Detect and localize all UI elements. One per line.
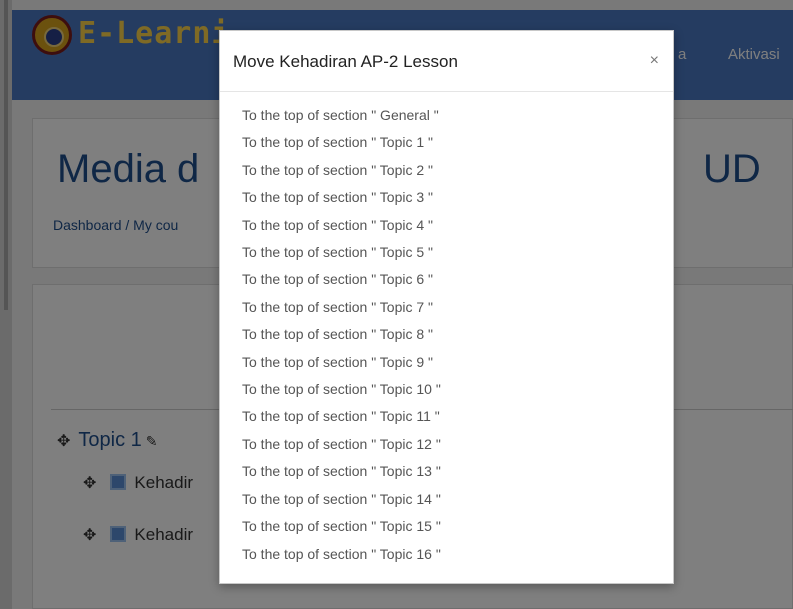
move-option-topic-11[interactable]: To the top of section " Topic 11 " bbox=[242, 403, 441, 430]
move-option-topic-1[interactable]: To the top of section " Topic 1 " bbox=[242, 129, 441, 156]
move-option-topic-7[interactable]: To the top of section " Topic 7 " bbox=[242, 294, 441, 321]
modal-header: Move Kehadiran AP-2 Lesson × bbox=[220, 31, 673, 92]
move-option-topic-5[interactable]: To the top of section " Topic 5 " bbox=[242, 239, 441, 266]
move-option-topic-13[interactable]: To the top of section " Topic 13 " bbox=[242, 458, 441, 485]
scrollbar-thumb[interactable] bbox=[4, 0, 8, 310]
move-option-topic-10[interactable]: To the top of section " Topic 10 " bbox=[242, 376, 441, 403]
move-option-topic-3[interactable]: To the top of section " Topic 3 " bbox=[242, 184, 441, 211]
move-option-general[interactable]: To the top of section " General " bbox=[242, 102, 441, 129]
move-option-topic-14[interactable]: To the top of section " Topic 14 " bbox=[242, 486, 441, 513]
move-option-topic-8[interactable]: To the top of section " Topic 8 " bbox=[242, 321, 441, 348]
move-option-topic-15[interactable]: To the top of section " Topic 15 " bbox=[242, 513, 441, 540]
move-option-topic-2[interactable]: To the top of section " Topic 2 " bbox=[242, 157, 441, 184]
close-icon[interactable]: × bbox=[650, 52, 659, 70]
move-dialog: Move Kehadiran AP-2 Lesson × To the top … bbox=[219, 30, 674, 584]
modal-title: Move Kehadiran AP-2 Lesson bbox=[233, 52, 458, 71]
move-options-list: To the top of section " General " To the… bbox=[242, 102, 441, 568]
move-option-topic-4[interactable]: To the top of section " Topic 4 " bbox=[242, 212, 441, 239]
move-option-topic-12[interactable]: To the top of section " Topic 12 " bbox=[242, 431, 441, 458]
move-option-topic-6[interactable]: To the top of section " Topic 6 " bbox=[242, 266, 441, 293]
move-option-topic-9[interactable]: To the top of section " Topic 9 " bbox=[242, 349, 441, 376]
move-option-topic-16[interactable]: To the top of section " Topic 16 " bbox=[242, 541, 441, 568]
scrollbar[interactable] bbox=[0, 0, 12, 609]
